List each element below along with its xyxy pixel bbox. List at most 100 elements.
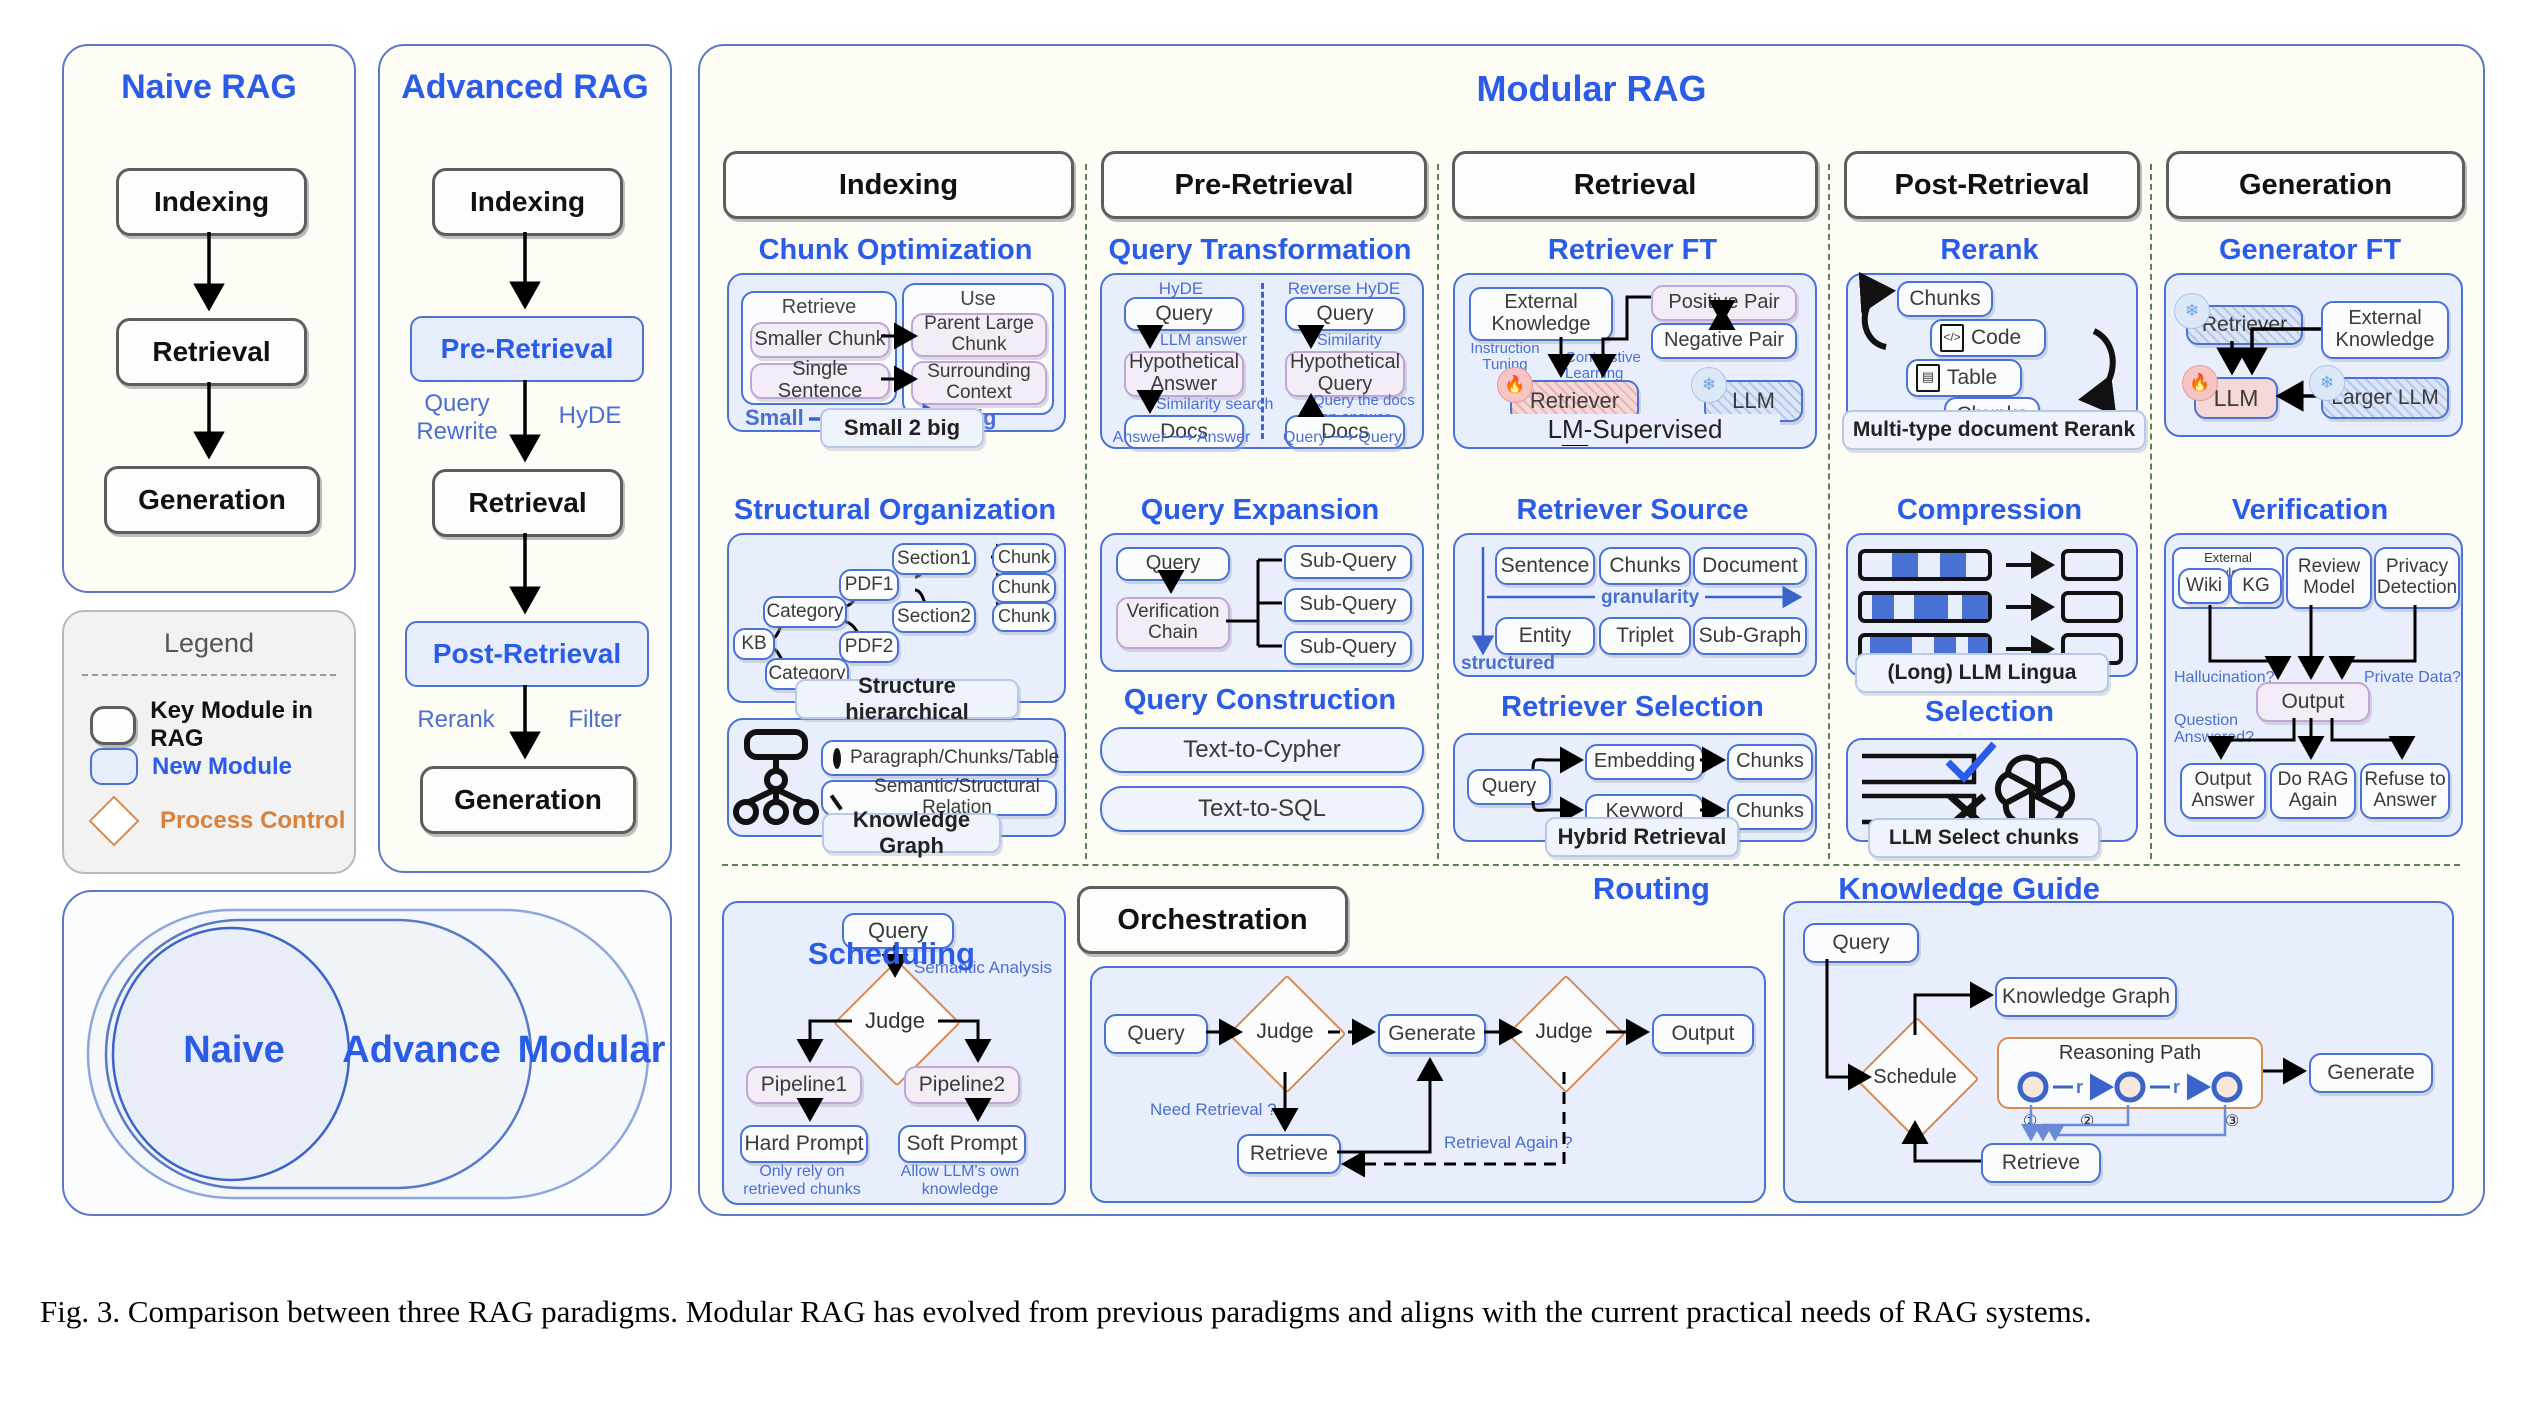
ver-refuse-to-answer[interactable]: Refuse to Answer xyxy=(2360,763,2450,819)
rerank-table[interactable]: ▤ Table xyxy=(1906,359,2022,397)
modular-stage-retrieval[interactable]: Retrieval xyxy=(1452,151,1818,219)
rft-negative-pair[interactable]: Negative Pair xyxy=(1651,323,1797,359)
advanced-step-indexing[interactable]: Indexing xyxy=(432,168,623,236)
scheduling-label-need-retrieval: Need Retrieval ? xyxy=(1150,1100,1277,1119)
routing-judge-label[interactable]: Judge xyxy=(852,978,938,1064)
verification-box: External Knowledge Wiki KG Review Model … xyxy=(2164,533,2463,837)
qc-text-to-sql[interactable]: Text-to-SQL xyxy=(1100,786,1424,832)
chunk-parent-large-chunk[interactable]: Parent Large Chunk xyxy=(911,313,1047,357)
snow-icon-retriever: ❄ xyxy=(2174,293,2210,329)
advanced-step-post-retrieval[interactable]: Post-Retrieval xyxy=(405,621,649,687)
rft-external-knowledge[interactable]: External Knowledge xyxy=(1469,287,1613,341)
structure-node-chunk-3[interactable]: Chunk xyxy=(992,602,1056,632)
rerank-chunks-top[interactable]: Chunks xyxy=(1897,281,1993,317)
scheduling-box: Query Judge Generate Judge Output Retrie… xyxy=(1090,966,1766,1203)
structure-node-section2[interactable]: Section2 xyxy=(892,601,976,633)
chunk-surrounding-context[interactable]: Surrounding Context xyxy=(911,361,1047,405)
rs-axis-granularity: granularity xyxy=(1595,587,1706,609)
section-title-query-transformation: Query Transformation xyxy=(1108,234,1412,266)
rs-entity[interactable]: Entity xyxy=(1495,617,1595,655)
advanced-rag-panel: Advanced RAG Indexing Pre-Retrieval Quer… xyxy=(378,44,672,873)
rerank-code[interactable]: </> Code xyxy=(1930,319,2046,357)
routing-pipeline-2[interactable]: Pipeline2 xyxy=(904,1066,1020,1104)
naive-step-retrieval[interactable]: Retrieval xyxy=(116,318,307,386)
ver-review-model[interactable]: Review Model xyxy=(2286,547,2372,609)
rs-document[interactable]: Document xyxy=(1693,547,1807,585)
kg-node-legend-label: Paragraph/Chunks/Table xyxy=(850,746,1060,768)
rsel-embedding[interactable]: Embedding xyxy=(1585,744,1704,780)
kguide-query[interactable]: Query xyxy=(1803,923,1919,963)
ver-wiki[interactable]: Wiki xyxy=(2178,568,2230,604)
chunk-smaller-chunk[interactable]: Smaller Chunk xyxy=(750,322,890,358)
ver-kg[interactable]: KG xyxy=(2230,568,2282,604)
rsel-chunks-2[interactable]: Chunks xyxy=(1727,794,1813,830)
qt-left-hypothetical-answer[interactable]: Hypothetical Answer xyxy=(1124,351,1244,397)
qt-right-head: Reverse HyDE xyxy=(1287,279,1401,298)
rsel-query[interactable]: Query xyxy=(1467,769,1551,805)
kguide-retrieve[interactable]: Retrieve xyxy=(1981,1143,2101,1183)
rs-chunks[interactable]: Chunks xyxy=(1599,547,1691,585)
ver-privacy-detection[interactable]: Privacy Detection xyxy=(2374,547,2460,609)
modular-stage-post-retrieval[interactable]: Post-Retrieval xyxy=(1844,151,2140,219)
scheduling-label-retrieval-again: Retrieval Again ? xyxy=(1444,1133,1573,1152)
gft-external-knowledge[interactable]: External Knowledge xyxy=(2321,301,2449,359)
structure-node-chunk-2[interactable]: Chunk xyxy=(992,573,1056,603)
scheduling-generate[interactable]: Generate xyxy=(1378,1014,1486,1054)
column-separator-4 xyxy=(2150,164,2152,859)
chunk-single-sentence[interactable]: Single Sentence xyxy=(750,359,890,402)
scheduling-query[interactable]: Query xyxy=(1104,1014,1208,1054)
naive-step-generation[interactable]: Generation xyxy=(104,466,320,534)
structure-node-chunk-1[interactable]: Chunk xyxy=(992,543,1056,573)
advanced-step-pre-retrieval[interactable]: Pre-Retrieval xyxy=(410,316,644,382)
structure-node-pdf2[interactable]: PDF2 xyxy=(839,631,899,663)
structure-node-section1[interactable]: Section1 xyxy=(892,543,976,575)
structure-node-kb[interactable]: KB xyxy=(733,628,775,660)
rs-triplet[interactable]: Triplet xyxy=(1599,617,1691,655)
advanced-label-query-rewrite: Query Rewrite xyxy=(416,390,498,446)
scheduling-judge-2-label[interactable]: Judge xyxy=(1524,992,1604,1072)
kguide-step-3: ③ xyxy=(2225,1113,2240,1130)
qe-verification-chain[interactable]: Verification Chain xyxy=(1116,597,1230,649)
legend-item-key-module: Key Module in RAG xyxy=(90,697,354,753)
modular-stage-generation[interactable]: Generation xyxy=(2166,151,2465,219)
ver-do-rag-again[interactable]: Do RAG Again xyxy=(2270,763,2356,819)
legend-label-process-control: Process Control xyxy=(160,807,346,834)
qt-left-query[interactable]: Query xyxy=(1124,297,1244,331)
orchestration-title-box[interactable]: Orchestration xyxy=(1077,886,1348,954)
routing-hard-prompt[interactable]: Hard Prompt xyxy=(740,1125,868,1163)
qe-sub-query-3[interactable]: Sub-Query xyxy=(1284,631,1412,665)
naive-step-indexing[interactable]: Indexing xyxy=(116,168,307,236)
section-title-generator-ft: Generator FT xyxy=(2218,234,2402,266)
routing-soft-prompt[interactable]: Soft Prompt xyxy=(898,1125,1026,1163)
modular-stage-pre-retrieval[interactable]: Pre-Retrieval xyxy=(1101,151,1427,219)
advanced-step-retrieval[interactable]: Retrieval xyxy=(432,469,623,537)
kguide-schedule-label[interactable]: Schedule xyxy=(1865,1035,1965,1119)
ver-output-answer[interactable]: Output Answer xyxy=(2180,763,2266,819)
advanced-step-generation[interactable]: Generation xyxy=(420,766,636,834)
qe-sub-query-2[interactable]: Sub-Query xyxy=(1284,588,1412,622)
scheduling-retrieve[interactable]: Retrieve xyxy=(1237,1134,1341,1174)
rsel-chunks-1[interactable]: Chunks xyxy=(1727,744,1813,780)
qt-right-query[interactable]: Query xyxy=(1285,297,1405,331)
routing-pipeline-1[interactable]: Pipeline1 xyxy=(746,1066,862,1104)
selection-caption: LLM Select chunks xyxy=(1868,818,2100,858)
query-expansion-box: Query Verification Chain Sub-Query Sub-Q… xyxy=(1100,533,1424,672)
ver-output[interactable]: Output xyxy=(2256,682,2370,722)
kguide-generate[interactable]: Generate xyxy=(2309,1053,2433,1093)
section-title-retriever-ft: Retriever FT xyxy=(1547,234,1718,266)
qt-right-hypothetical-query[interactable]: Hypothetical Query xyxy=(1285,351,1405,397)
flame-icon-llm: 🔥 xyxy=(2182,365,2218,401)
structure-node-pdf1[interactable]: PDF1 xyxy=(839,569,899,601)
rs-sub-graph[interactable]: Sub-Graph xyxy=(1693,617,1807,655)
rs-sentence[interactable]: Sentence xyxy=(1495,547,1595,585)
modular-stage-indexing[interactable]: Indexing xyxy=(723,151,1074,219)
structure-node-category-1[interactable]: Category xyxy=(763,596,847,628)
advanced-label-hyde: HyDE xyxy=(558,402,622,429)
scheduling-judge-1-label[interactable]: Judge xyxy=(1245,992,1325,1072)
qe-query[interactable]: Query xyxy=(1116,547,1230,581)
qc-text-to-cypher[interactable]: Text-to-Cypher xyxy=(1100,727,1424,773)
qe-sub-query-1[interactable]: Sub-Query xyxy=(1284,545,1412,579)
kguide-knowledge-graph[interactable]: Knowledge Graph xyxy=(1995,977,2177,1017)
rft-positive-pair[interactable]: Positive Pair xyxy=(1651,285,1797,321)
scheduling-output[interactable]: Output xyxy=(1652,1014,1754,1054)
